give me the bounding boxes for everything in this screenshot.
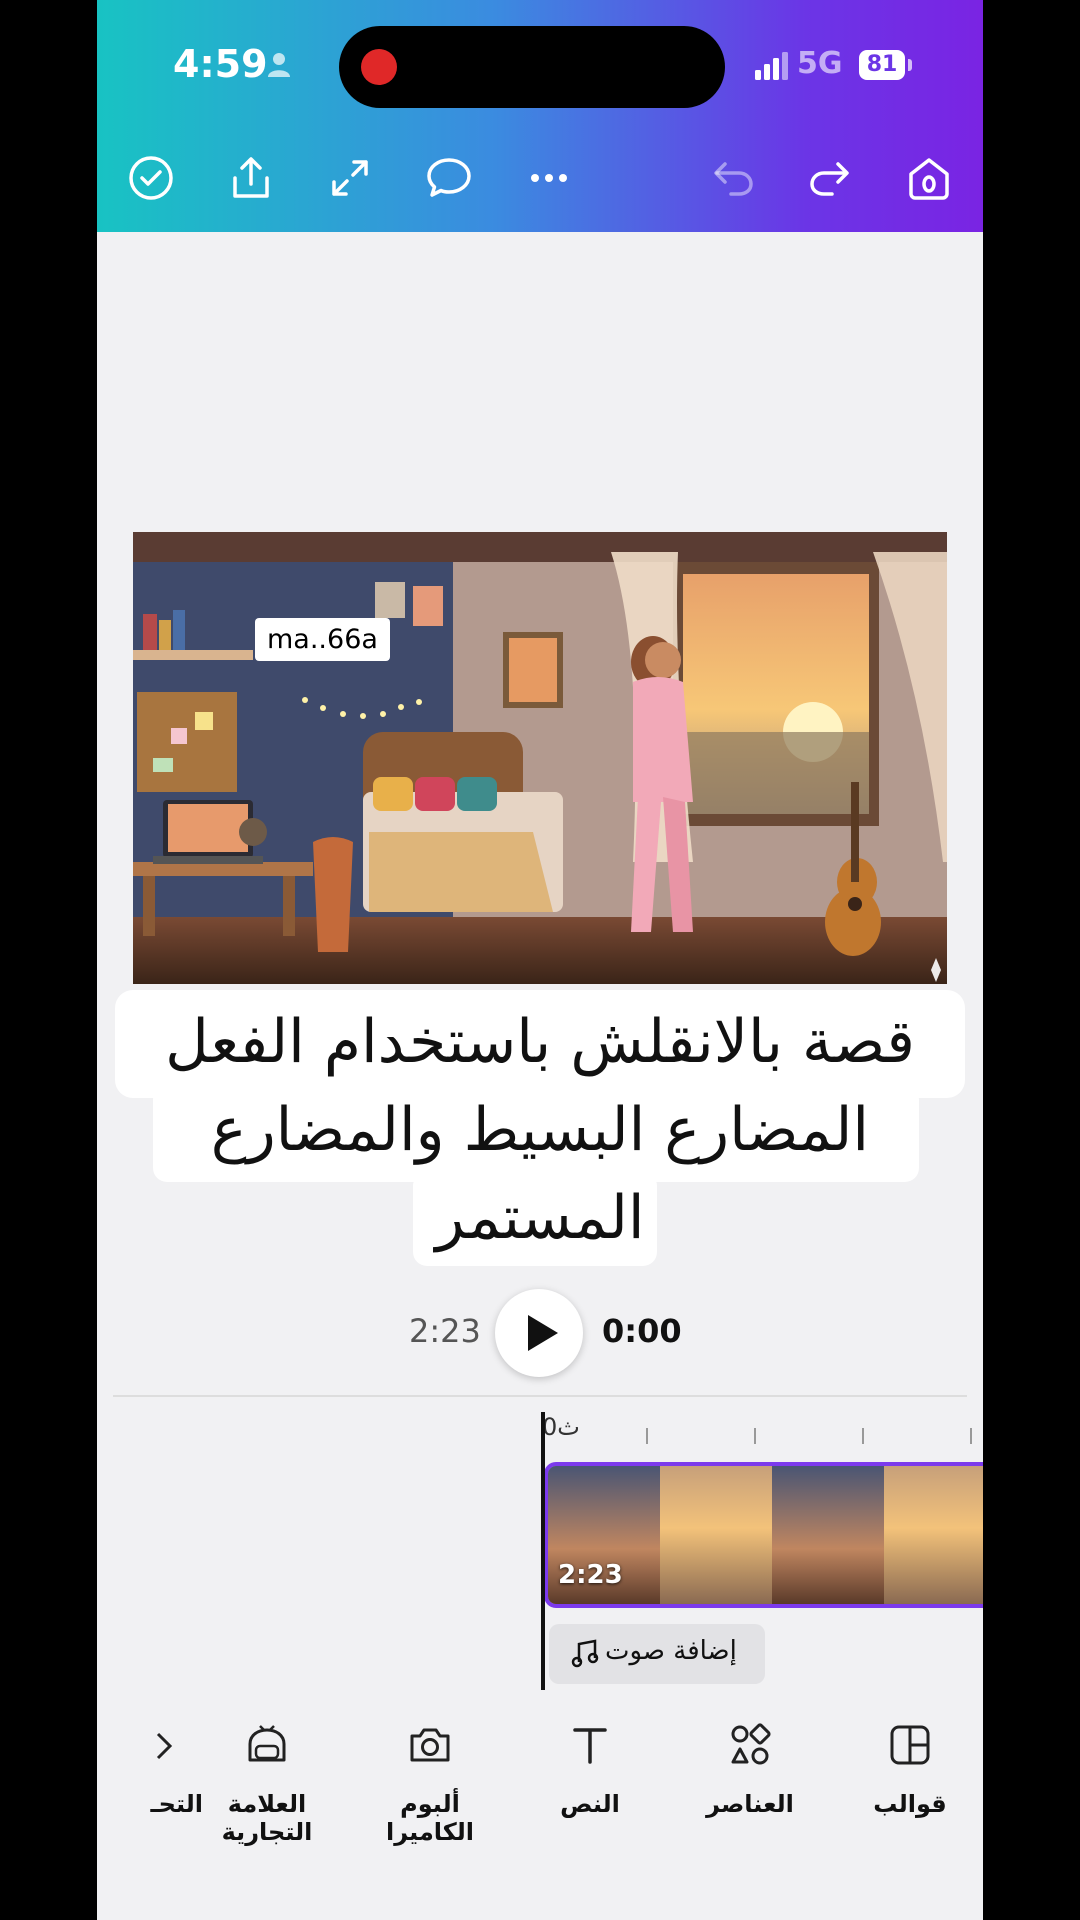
battery-indicator: 81: [859, 50, 905, 80]
status-time: 4:59: [173, 42, 268, 86]
home-icon[interactable]: [905, 154, 953, 202]
check-circle-icon[interactable]: [127, 154, 175, 202]
image-filename-label: ma..66a: [255, 618, 390, 661]
nav-partial[interactable]: التحـ: [97, 1722, 207, 1818]
nav-label: النص: [560, 1790, 620, 1818]
music-note-icon: [571, 1639, 599, 1668]
signal-icon: [755, 52, 788, 80]
ruler-tick: [754, 1428, 756, 1444]
nav-text[interactable]: النص: [520, 1722, 660, 1818]
elements-icon: [731, 1723, 771, 1765]
ruler-tick: [646, 1428, 648, 1444]
person-icon: [268, 53, 290, 77]
play-icon: [528, 1315, 558, 1351]
current-time: 0:00: [602, 1312, 682, 1350]
video-clip[interactable]: 2:23: [544, 1462, 983, 1608]
share-icon[interactable]: [227, 154, 275, 202]
timeline-divider: [113, 1395, 967, 1397]
top-bar: 4:59 5G 81: [97, 0, 983, 232]
nav-label: ألبوم الكاميرا: [385, 1790, 475, 1846]
clip-thumbnail: [884, 1466, 983, 1604]
clip-duration: 2:23: [558, 1560, 623, 1590]
nav-brand[interactable]: العلامة التجارية: [197, 1722, 337, 1846]
redo-icon[interactable]: [806, 154, 854, 202]
play-button[interactable]: [495, 1289, 583, 1377]
playback-controls: 2:23 0:00: [97, 1285, 983, 1381]
camera-icon: [410, 1728, 450, 1762]
partial-icon: [156, 1732, 173, 1760]
design-image[interactable]: [133, 532, 947, 984]
dynamic-island: [339, 26, 725, 108]
app-screen: 4:59 5G 81 ma..66a قصة بالانقلش باستخدام…: [97, 0, 983, 1920]
undo-icon[interactable]: [709, 154, 757, 202]
text-icon: [573, 1728, 607, 1764]
add-audio-button[interactable]: إضافة صوت: [549, 1624, 765, 1684]
title-line-3: المستمر: [435, 1183, 645, 1253]
design-title: قصة بالانقلش باستخدام الفعل المضارع البس…: [115, 990, 965, 1270]
ruler-tick: [970, 1428, 972, 1444]
title-text-box[interactable]: قصة بالانقلش باستخدام الفعل المضارع البس…: [115, 990, 965, 1270]
playhead[interactable]: [541, 1412, 545, 1690]
comment-icon[interactable]: [425, 154, 473, 202]
title-line-2: المضارع البسيط والمضارع: [210, 1095, 870, 1165]
clip-thumbnail: [772, 1466, 884, 1604]
battery-tip: [908, 59, 912, 71]
nav-elements[interactable]: العناصر: [680, 1722, 820, 1818]
add-audio-label: إضافة صوت: [605, 1636, 737, 1666]
brand-icon: [248, 1725, 286, 1762]
nav-label: التحـ: [150, 1790, 203, 1818]
recording-indicator-icon: [361, 49, 397, 85]
templates-icon: [890, 1725, 930, 1765]
more-icon[interactable]: [525, 154, 573, 202]
nav-label: العناصر: [706, 1790, 794, 1818]
title-line-1: قصة بالانقلش باستخدام الفعل: [165, 1007, 915, 1077]
timeline-ruler-start: 0ث: [542, 1413, 580, 1441]
nav-label: قوالب: [873, 1790, 947, 1818]
clip-thumbnail: [660, 1466, 772, 1604]
nav-templates[interactable]: قوالب: [840, 1722, 980, 1818]
total-duration: 2:23: [409, 1312, 481, 1350]
network-type: 5G: [797, 46, 843, 81]
expand-icon[interactable]: [326, 154, 374, 202]
nav-camera-roll[interactable]: ألبوم الكاميرا: [360, 1722, 500, 1846]
bedroom-illustration: [133, 532, 947, 984]
ruler-tick: [862, 1428, 864, 1444]
nav-label: العلامة التجارية: [221, 1790, 313, 1846]
